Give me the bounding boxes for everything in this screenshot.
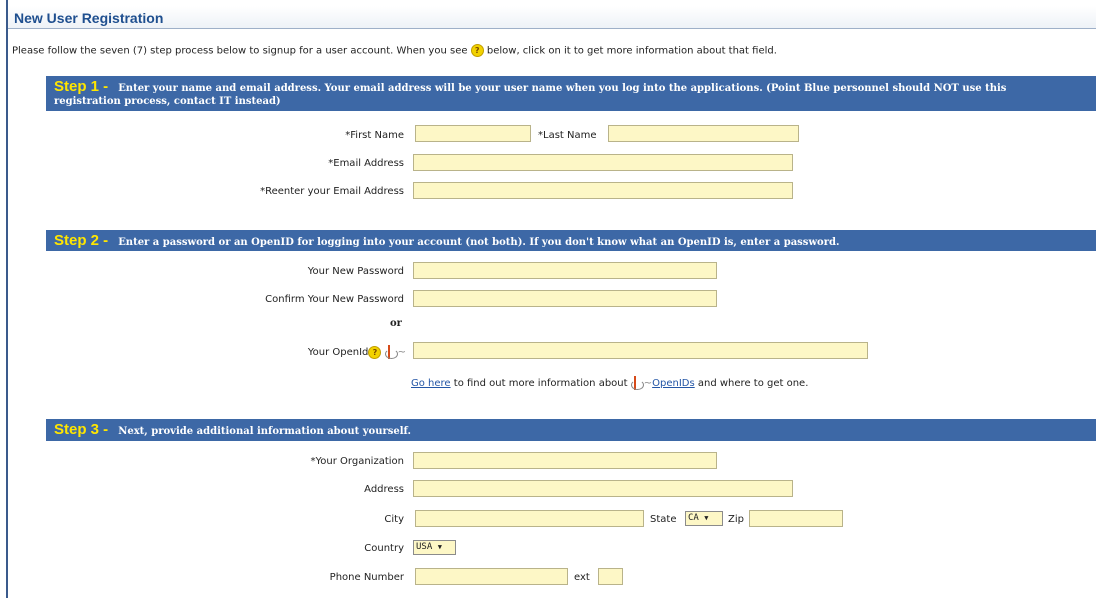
openid-input[interactable] (413, 342, 868, 359)
openid-logo-tilde: ~ (397, 347, 406, 358)
password-label: Your New Password (307, 266, 404, 277)
ext-input[interactable] (598, 568, 623, 585)
step3-number: Step 3 - (54, 421, 109, 438)
reenter-email-label: *Reenter your Email Address (260, 186, 404, 197)
openid-info-text: Go here to find out more information abo… (411, 376, 808, 390)
state-select[interactable]: CA ▼ (685, 511, 723, 526)
openids-link[interactable]: OpenIDs (652, 378, 695, 389)
step1-number: Step 1 - (54, 78, 109, 95)
email-input[interactable] (413, 154, 793, 171)
ext-label: ext (574, 572, 590, 583)
openid-inline-tilde: ~ (643, 378, 653, 389)
country-value: USA (416, 542, 433, 552)
reenter-email-input[interactable] (413, 182, 793, 199)
confirm-password-label: Confirm Your New Password (265, 294, 404, 305)
or-label: or (390, 318, 402, 329)
step1-instructions-line2: registration process, contact IT instead… (54, 96, 281, 107)
email-label: *Email Address (328, 158, 404, 169)
zip-input[interactable] (749, 510, 843, 527)
step2-instructions: Enter a password or an OpenID for loggin… (118, 237, 840, 248)
step1-instructions: Enter your name and email address. Your … (118, 83, 1007, 94)
country-label: Country (364, 543, 404, 554)
go-here-link[interactable]: Go here (411, 378, 451, 389)
step3-header: Step 3 - Next, provide additional informa… (46, 419, 1096, 441)
step1-header: Step 1 - Enter your name and email addres… (46, 76, 1096, 111)
last-name-input[interactable] (608, 125, 799, 142)
chevron-down-icon: ▼ (704, 514, 709, 522)
country-select[interactable]: USA ▼ (413, 540, 456, 555)
chevron-down-icon: ▼ (437, 543, 442, 551)
last-name-label: *Last Name (538, 130, 597, 141)
organization-label: *Your Organization (310, 456, 404, 467)
openid-label-row: Your OpenId? ~ (308, 345, 406, 359)
state-label: State (650, 514, 677, 525)
phone-label: Phone Number (329, 572, 404, 583)
password-input[interactable] (413, 262, 717, 279)
intro-text: Please follow the seven (7) step process… (12, 44, 777, 57)
address-input[interactable] (413, 480, 793, 497)
intro-text-end: below, click on it to get more informati… (486, 45, 777, 57)
confirm-password-input[interactable] (413, 290, 717, 307)
step2-header: Step 2 - Enter a password or an OpenID fo… (46, 230, 1096, 251)
openid-label: Your OpenId (307, 347, 369, 358)
page-frame-border (6, 0, 8, 598)
step2-number: Step 2 - (54, 232, 109, 249)
city-label: City (384, 514, 404, 525)
city-input[interactable] (415, 510, 644, 527)
openid-info-end: and where to get one. (697, 378, 809, 389)
organization-input[interactable] (413, 452, 717, 469)
step3-instructions: Next, provide additional information abo… (118, 426, 411, 437)
openid-info-mid: to find out more information about (453, 378, 628, 389)
openid-help-icon[interactable]: ? (368, 345, 382, 359)
address-label: Address (364, 484, 404, 495)
first-name-input[interactable] (415, 125, 531, 142)
page-title: New User Registration (14, 10, 164, 26)
intro-text-start: Please follow the seven (7) step process… (12, 45, 468, 57)
state-value: CA (688, 513, 699, 523)
zip-label: Zip (728, 514, 744, 525)
first-name-label: *First Name (345, 130, 404, 141)
openid-logo-icon (384, 345, 398, 359)
title-bar: New User Registration (8, 6, 1096, 29)
phone-input[interactable] (415, 568, 568, 585)
help-icon: ? (470, 44, 484, 57)
openid-logo-icon-inline (630, 376, 644, 390)
